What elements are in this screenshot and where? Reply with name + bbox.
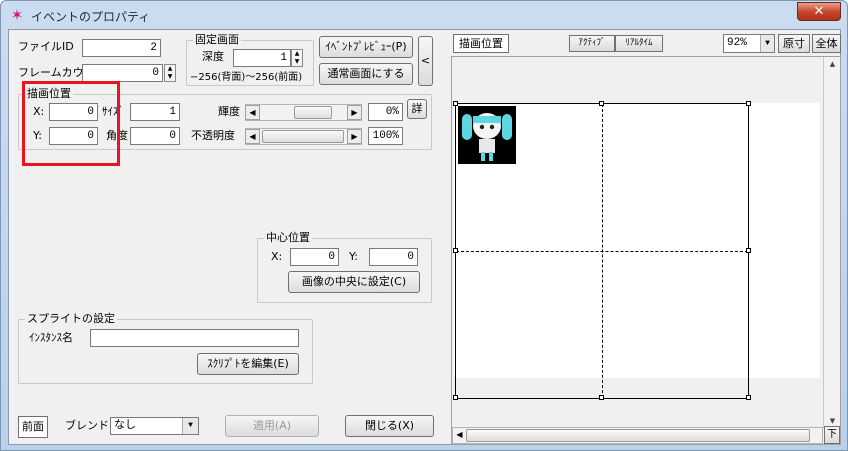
arrow-left-icon[interactable]: ◀ xyxy=(245,129,260,144)
opacity-label: 不透明度 xyxy=(191,129,235,142)
center-x-field[interactable]: 0 xyxy=(290,248,339,266)
title-bar[interactable]: ✶ イベントのプロパティ ✕ xyxy=(1,1,847,31)
arrow-right-icon[interactable]: ▶ xyxy=(347,129,362,144)
frame-count-field[interactable]: 0 xyxy=(82,64,163,82)
horizontal-scroll-thumb[interactable] xyxy=(466,429,810,442)
brightness-thumb[interactable] xyxy=(294,106,332,119)
preview-toolbar: 描画位置 ｱｸﾃｨﾌﾞ ﾘｱﾙﾀｲﾑ 92% ▼ 原寸 全体 xyxy=(451,34,841,54)
resize-handle[interactable] xyxy=(746,395,751,400)
properties-window: ✶ イベントのプロパティ ✕ ファイルID 2 フレームカウント 0 ▲ ▼ 固定… xyxy=(0,0,848,451)
center-x-label: X: xyxy=(271,250,283,263)
sprite-image[interactable] xyxy=(458,106,516,164)
fit-whole-button[interactable]: 全体 xyxy=(812,34,841,53)
tab-draw-position[interactable]: 描画位置 xyxy=(453,34,509,53)
vertical-scrollbar[interactable]: ▲ ▼ xyxy=(823,57,840,428)
resize-handle[interactable] xyxy=(599,101,604,106)
instance-name-field[interactable] xyxy=(90,329,299,347)
file-id-field[interactable]: 2 xyxy=(82,39,161,57)
center-position-group: 中心位置 X: 0 Y: 0 画像の中央に設定(C) xyxy=(257,231,432,303)
arrow-right-icon[interactable]: ▶ xyxy=(347,105,362,120)
opacity-value[interactable]: 100% xyxy=(368,127,403,145)
tab-realtime[interactable]: ﾘｱﾙﾀｲﾑ xyxy=(615,35,663,52)
horizontal-scrollbar[interactable]: ◀ xyxy=(452,427,823,444)
arrow-left-icon[interactable]: ◀ xyxy=(452,428,467,443)
apply-button[interactable]: 適用(A) xyxy=(225,415,319,437)
center-y-label: Y: xyxy=(349,250,358,263)
star-icon: ✶ xyxy=(10,6,24,24)
depth-field[interactable]: 1 xyxy=(233,49,291,67)
center-guide-horizontal xyxy=(456,251,748,252)
opacity-thumb[interactable] xyxy=(262,130,344,143)
instance-name-label: ｲﾝｽﾀﾝｽ名 xyxy=(29,331,73,344)
arrow-left-icon[interactable]: ◀ xyxy=(245,105,260,120)
depth-label: 深度 xyxy=(202,50,224,63)
detail-button[interactable]: 詳 xyxy=(407,99,427,119)
frame-count-spin-icon[interactable]: ▲ ▼ xyxy=(164,64,176,82)
preview-canvas[interactable]: ▲ ▼ ◀ 下 xyxy=(451,56,841,445)
resize-handle[interactable] xyxy=(453,101,458,106)
brightness-slider[interactable]: ◀ ▶ xyxy=(245,104,362,121)
fixed-screen-group: 固定画面 深度 1 ▲ ▼ −256(背面)〜256(前面) xyxy=(186,33,314,86)
zoom-select[interactable]: 92% ▼ xyxy=(723,34,775,53)
close-window-button[interactable]: ✕ xyxy=(797,2,841,21)
resize-handle[interactable] xyxy=(746,101,751,106)
sprite-settings-title: スプライトの設定 xyxy=(25,312,117,326)
chevron-down-icon[interactable]: ▼ xyxy=(182,418,198,434)
normal-screen-button[interactable]: 通常画面にする xyxy=(319,63,413,85)
front-button[interactable]: 前面 xyxy=(18,416,48,438)
resize-handle[interactable] xyxy=(453,248,458,253)
center-position-title: 中心位置 xyxy=(264,231,312,245)
center-y-field[interactable]: 0 xyxy=(369,248,418,266)
brightness-value[interactable]: 0% xyxy=(368,103,403,121)
character-icon xyxy=(462,113,512,161)
depth-spin-icon[interactable]: ▲ ▼ xyxy=(291,49,303,67)
screen-frame xyxy=(453,101,751,400)
depth-range-text: −256(背面)〜256(前面) xyxy=(190,72,303,83)
close-button[interactable]: 閉じる(X) xyxy=(345,415,434,437)
original-size-button[interactable]: 原寸 xyxy=(778,34,810,53)
center-image-button[interactable]: 画像の中央に設定(C) xyxy=(288,271,420,293)
highlight-annotation xyxy=(22,81,120,166)
blend-label: ブレンド xyxy=(65,419,109,432)
resize-handle[interactable] xyxy=(599,395,604,400)
edit-script-button[interactable]: ｽｸﾘﾌﾟﾄを編集(E) xyxy=(197,353,299,375)
down-button[interactable]: 下 xyxy=(824,426,840,444)
event-preview-button[interactable]: ｲﾍﾞﾝﾄﾌﾟﾚﾋﾞｭｰ(P) xyxy=(319,36,413,58)
arrow-up-icon[interactable]: ▲ xyxy=(825,57,840,71)
window-title: イベントのプロパティ xyxy=(31,10,151,24)
sprite-settings-group: スプライトの設定 ｲﾝｽﾀﾝｽ名 ｽｸﾘﾌﾟﾄを編集(E) xyxy=(18,312,313,384)
blend-select[interactable]: なし ▼ xyxy=(110,417,199,435)
fixed-screen-title: 固定画面 xyxy=(193,33,241,47)
opacity-slider[interactable]: ◀ ▶ xyxy=(245,128,362,145)
collapse-panel-button[interactable]: < xyxy=(418,36,433,86)
resize-handle[interactable] xyxy=(453,395,458,400)
zoom-value: 92% xyxy=(727,37,747,49)
brightness-label: 輝度 xyxy=(218,105,240,118)
resize-handle[interactable] xyxy=(746,248,751,253)
chevron-down-icon[interactable]: ▼ xyxy=(760,35,774,52)
angle-field[interactable]: 0 xyxy=(130,127,180,145)
blend-value: なし xyxy=(114,420,136,432)
tab-active[interactable]: ｱｸﾃｨﾌﾞ xyxy=(569,35,615,52)
file-id-label: ファイルID xyxy=(18,40,74,53)
size-field[interactable]: 1 xyxy=(130,103,180,121)
